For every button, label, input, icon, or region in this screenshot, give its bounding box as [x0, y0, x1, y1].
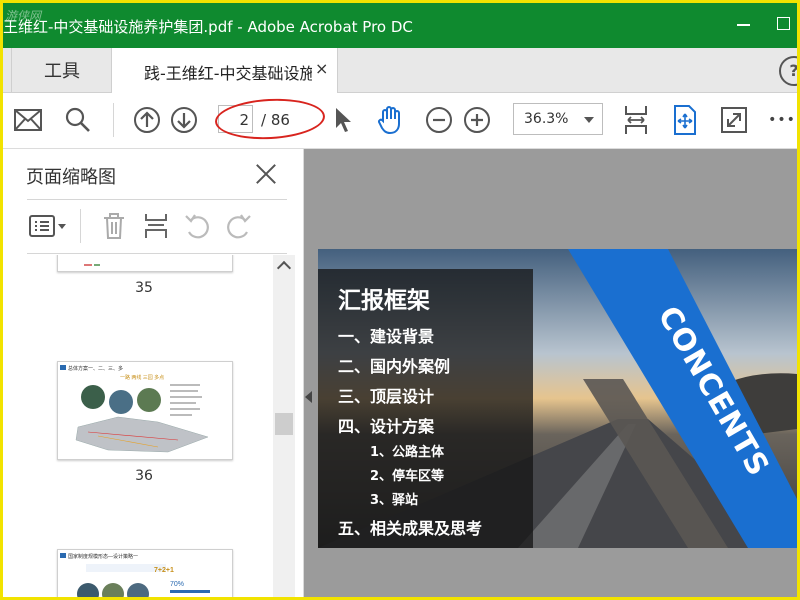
rotate-left-icon[interactable] — [180, 209, 214, 243]
window-title: 王维红-中交基础设施养护集团.pdf - Adobe Acrobat Pro D… — [3, 18, 413, 36]
chevron-down-icon — [584, 117, 594, 123]
close-panel-icon[interactable] — [253, 161, 279, 187]
help-icon[interactable]: ? — [779, 56, 797, 86]
zoom-value: 36.3% — [524, 111, 569, 127]
tab-home-edge[interactable] — [3, 48, 12, 92]
arrow-up-icon[interactable] — [130, 103, 164, 137]
search-icon[interactable] — [61, 103, 95, 137]
agenda-item: 三、顶层设计 — [338, 387, 435, 406]
thumbnail-options-icon[interactable] — [27, 209, 69, 243]
red-highlight-oval — [214, 96, 326, 142]
thumbnail-36[interactable]: 总体方案一、二、三、多 一路 两线 三园 多点 — [57, 361, 233, 460]
thumbnail-35[interactable] — [57, 255, 233, 272]
maximize-button[interactable] — [773, 11, 797, 37]
rotate-right-icon[interactable] — [222, 209, 256, 243]
agenda-item: 四、设计方案 — [338, 417, 435, 436]
slide-page: CONCENTS 汇报框架 一、建设背景 二、国内外案例 三、顶层设计 四、设计… — [318, 249, 797, 548]
toolbar: 2 / 86 36.3% ••• — [3, 93, 797, 149]
agenda-heading: 汇报框架 — [338, 288, 430, 314]
zoom-in-icon[interactable] — [460, 103, 494, 137]
toolbar-divider — [113, 103, 114, 137]
cursor-icon[interactable] — [326, 103, 360, 137]
panel-divider-2 — [27, 253, 287, 254]
thumbnail-label: 35 — [135, 280, 153, 296]
agenda-subitem: 2、停车区等 — [370, 469, 445, 484]
thumbnail-37-percent: 70% — [170, 581, 184, 588]
tab-bar: 工具 践-王维红-中交基础设施养护集团 × ? — [3, 48, 797, 93]
arrow-down-icon[interactable] — [167, 103, 201, 137]
thumbnail-37[interactable]: 国家制度规模形态—设计策略一 7+2+1 70% — [57, 549, 233, 597]
collapse-panel-icon[interactable] — [305, 391, 312, 403]
thumbnail-36-header: 总体方案一、二、三、多 — [68, 365, 123, 372]
scrollbar-thumb[interactable] — [275, 413, 293, 435]
thumbnail-36-slogan: 一路 两线 三园 多点 — [120, 374, 164, 381]
tab-tools[interactable]: 工具 — [13, 48, 111, 92]
panel-toolbar-divider — [80, 209, 81, 243]
panel-title: 页面缩略图 — [26, 167, 116, 188]
fullscreen-icon[interactable] — [717, 103, 751, 137]
panel-toolbar — [3, 201, 303, 253]
agenda-item: 五、相关成果及思考 — [338, 519, 483, 538]
thumbnail-panel: 页面缩略图 35 总体方案一、二、三、多 一路 两线 三园 多点 36 国家制度… — [3, 149, 304, 597]
thumbnail-label: 36 — [135, 468, 153, 484]
more-icon[interactable]: ••• — [767, 103, 797, 137]
agenda-item: 一、建设背景 — [338, 327, 435, 346]
agenda-panel: 汇报框架 一、建设背景 二、国内外案例 三、顶层设计 四、设计方案 1、公路主体… — [318, 269, 533, 548]
title-bar: 游侠网 王维红-中交基础设施养护集团.pdf - Adobe Acrobat P… — [3, 3, 797, 48]
zoom-select[interactable]: 36.3% — [513, 103, 603, 135]
thumbnail-list: 35 总体方案一、二、三、多 一路 两线 三园 多点 36 国家制度规模形态—设… — [3, 255, 273, 597]
agenda-subitem: 3、驿站 — [370, 493, 419, 508]
delete-icon[interactable] — [97, 209, 131, 243]
agenda-item: 二、国内外案例 — [338, 357, 451, 376]
scroll-up-icon[interactable] — [276, 260, 292, 276]
tab-document[interactable]: 践-王维红-中交基础设施养护集团 × — [111, 48, 338, 93]
thumbnail-37-header: 国家制度规模形态—设计策略一 — [68, 553, 138, 560]
close-tab-icon[interactable]: × — [315, 59, 328, 78]
hand-icon[interactable] — [373, 103, 407, 137]
agenda-subitem: 1、公路主体 — [370, 445, 445, 460]
scroll-mode-icon[interactable] — [619, 103, 653, 137]
mail-icon[interactable] — [11, 103, 45, 137]
window: 游侠网 王维红-中交基础设施养护集团.pdf - Adobe Acrobat P… — [0, 0, 800, 600]
thumbnail-scrollbar[interactable] — [273, 255, 295, 597]
fit-page-icon[interactable] — [668, 103, 702, 137]
tab-document-label: 践-王维红-中交基础设施养护集团 — [144, 64, 312, 83]
zoom-out-icon[interactable] — [422, 103, 456, 137]
panel-divider — [27, 199, 287, 200]
extract-pages-icon[interactable] — [139, 209, 173, 243]
thumbnail-37-formula: 7+2+1 — [154, 567, 174, 574]
minimize-button[interactable] — [731, 11, 757, 37]
